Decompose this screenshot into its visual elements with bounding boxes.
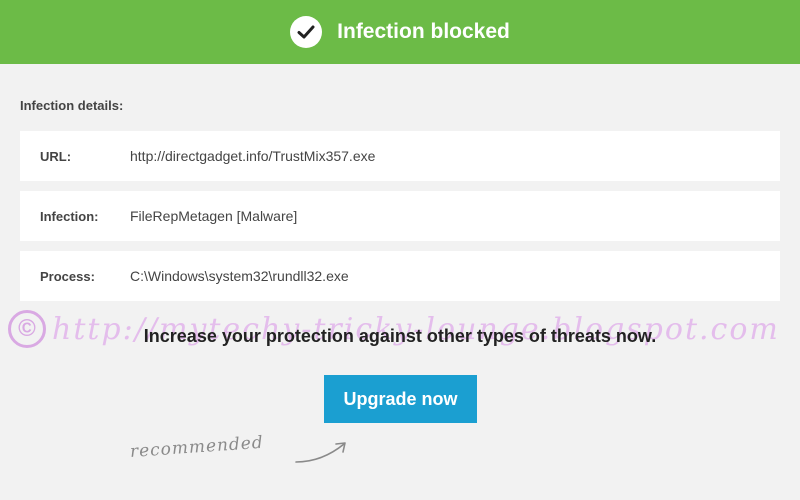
detail-value-infection: FileRepMetagen [Malware] [130, 208, 298, 224]
detail-key-url: URL: [40, 148, 72, 164]
detail-value-process: C:\Windows\system32\rundll32.exe [130, 268, 349, 284]
promo-text: Increase your protection against other t… [143, 326, 657, 346]
checkmark-icon [290, 16, 323, 48]
detail-key-infection: Infection: [40, 208, 99, 224]
detail-value-url: http://directgadget.info/TrustMix357.exe [130, 148, 376, 164]
recommended-note: recommended [129, 432, 265, 462]
detail-row-url: URL: http://directgadget.info/TrustMix35… [20, 131, 780, 181]
status-header: Infection blocked [0, 0, 800, 64]
detail-row-process: Process: C:\Windows\system32\rundll32.ex… [20, 251, 780, 301]
curved-arrow-icon [295, 442, 346, 463]
status-title: Infection blocked [337, 20, 510, 43]
detail-key-process: Process: [40, 268, 95, 284]
upgrade-now-button[interactable]: Upgrade now [324, 375, 477, 423]
status-header-content: Infection blocked [290, 16, 510, 48]
detail-row-infection: Infection: FileRepMetagen [Malware] [20, 191, 780, 241]
infection-details-label: Infection details: [20, 98, 124, 113]
